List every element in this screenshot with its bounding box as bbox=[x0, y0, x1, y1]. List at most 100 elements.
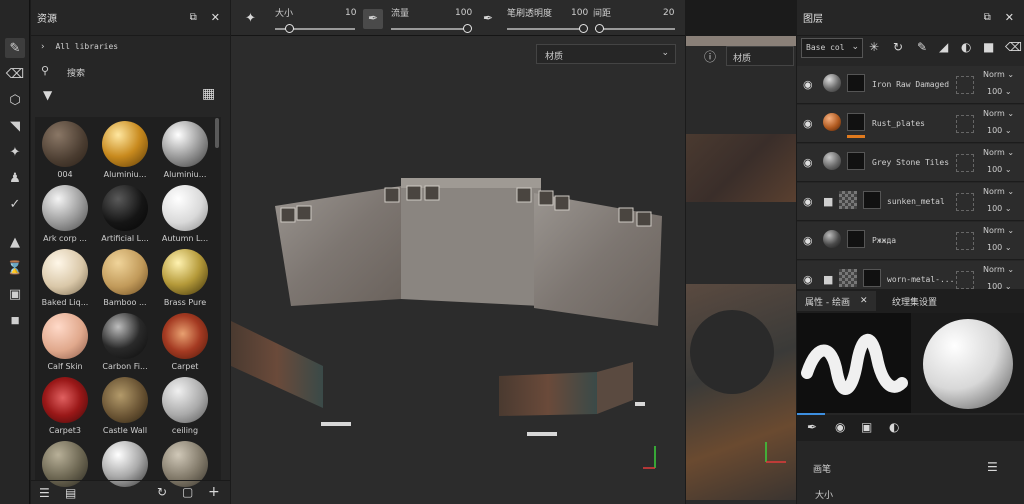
visibility-eye-icon[interactable]: ◉ bbox=[803, 234, 813, 247]
asset-thumbnail[interactable]: Bamboo ... bbox=[97, 249, 153, 307]
mask-slot[interactable] bbox=[956, 154, 974, 172]
folder-icon[interactable]: ■ bbox=[823, 195, 833, 208]
asset-thumbnail[interactable]: Ark corp ... bbox=[37, 185, 93, 243]
import-icon[interactable]: ▤ bbox=[65, 486, 76, 500]
paint-brush-tool-icon[interactable]: ✎ bbox=[5, 38, 25, 58]
asset-thumbnail[interactable]: 004 bbox=[37, 121, 93, 179]
bake-tool-icon[interactable]: ▲ bbox=[5, 232, 25, 252]
channel-dropdown[interactable]: Base col ⌄ bbox=[801, 38, 863, 58]
undock-icon[interactable]: ⧉ bbox=[190, 12, 197, 23]
blend-mode-dropdown[interactable]: Norm ⌄ bbox=[983, 148, 1014, 157]
clone-tool-icon[interactable]: ♟ bbox=[5, 168, 25, 188]
asset-thumbnail[interactable]: Brass Pure bbox=[157, 249, 213, 307]
grid-view-icon[interactable]: ▦ bbox=[202, 86, 215, 102]
layer-opacity[interactable]: 100 ⌄ bbox=[987, 126, 1012, 135]
visibility-eye-icon[interactable]: ◉ bbox=[803, 195, 813, 208]
smudge-tool-icon[interactable]: ✦ bbox=[5, 142, 25, 162]
spacing-slider-knob[interactable] bbox=[595, 24, 604, 33]
asset-thumbnail[interactable]: Aluminiu... bbox=[157, 121, 213, 179]
blend-mode-dropdown[interactable]: Norm ⌄ bbox=[983, 187, 1014, 196]
tab-texture-set-settings[interactable]: 纹理集设置 bbox=[884, 291, 945, 311]
blend-mode-dropdown[interactable]: Norm ⌄ bbox=[983, 226, 1014, 235]
delete-icon[interactable]: ⌫ bbox=[1005, 40, 1022, 54]
uv-material-dropdown[interactable]: 材质 bbox=[726, 46, 794, 66]
size-slider-knob[interactable] bbox=[285, 24, 295, 33]
visibility-eye-icon[interactable]: ◉ bbox=[803, 156, 813, 169]
close-icon[interactable]: ✕ bbox=[860, 296, 868, 306]
close-icon[interactable]: ✕ bbox=[211, 11, 220, 24]
pen-pressure-icon[interactable]: ✒ bbox=[483, 11, 493, 25]
add-fill-layer-icon[interactable]: ◢ bbox=[939, 40, 948, 54]
mask-slot[interactable] bbox=[956, 271, 974, 289]
folder-icon[interactable]: ▢ bbox=[182, 485, 193, 499]
add-paint-layer-icon[interactable]: ✎ bbox=[917, 40, 927, 54]
layer-row[interactable]: ◉ Grey Stone Tiles Norm ⌄ 100 ⌄ bbox=[797, 144, 1024, 182]
search-input[interactable]: ⚲ 搜索 bbox=[41, 64, 221, 80]
close-icon[interactable]: ✕ bbox=[1005, 11, 1014, 24]
add-icon[interactable]: + bbox=[208, 484, 220, 500]
blend-mode-dropdown[interactable]: Norm ⌄ bbox=[983, 265, 1014, 274]
layer-opacity[interactable]: 100 ⌄ bbox=[987, 243, 1012, 252]
render-tool-icon[interactable]: ⌛ bbox=[5, 258, 25, 278]
layer-row[interactable]: ◉ Ржжда Norm ⌄ 100 ⌄ bbox=[797, 222, 1024, 260]
visibility-eye-icon[interactable]: ◉ bbox=[803, 78, 813, 91]
mask-slot[interactable] bbox=[956, 115, 974, 133]
asset-thumbnail[interactable]: ceiling bbox=[157, 377, 213, 435]
flow-toggle-button[interactable]: ✒ bbox=[363, 9, 383, 29]
mask-slot[interactable] bbox=[956, 232, 974, 250]
alpha-section-icon[interactable]: ◉ bbox=[835, 420, 845, 434]
material-section-icon[interactable]: ◐ bbox=[889, 420, 899, 434]
list-settings-icon[interactable]: ☰ bbox=[39, 486, 50, 500]
blend-mode-dropdown[interactable]: Norm ⌄ bbox=[983, 109, 1014, 118]
asset-thumbnail[interactable]: Autumn L... bbox=[157, 185, 213, 243]
asset-thumbnail[interactable]: Carpet3 bbox=[37, 377, 93, 435]
stencil-section-icon[interactable]: ▣ bbox=[861, 420, 872, 434]
info-icon[interactable]: ⓘ bbox=[704, 48, 718, 64]
layer-row[interactable]: ◉ Rust_plates Norm ⌄ 100 ⌄ bbox=[797, 105, 1024, 143]
brush-shape-icon[interactable]: ✦ bbox=[245, 11, 256, 26]
opacity-slider-knob[interactable] bbox=[579, 24, 588, 33]
asset-thumbnail[interactable]: Castle Wall bbox=[97, 377, 153, 435]
asset-thumbnail[interactable]: Artificial L... bbox=[97, 185, 153, 243]
mask-slot[interactable] bbox=[956, 76, 974, 94]
layer-opacity[interactable]: 100 ⌄ bbox=[987, 165, 1012, 174]
asset-thumbnail[interactable]: Carpet bbox=[157, 313, 213, 371]
filter-icon[interactable]: ▼ bbox=[43, 88, 52, 102]
brush-preset-icon[interactable]: ☰ bbox=[987, 460, 998, 474]
mask-slot[interactable] bbox=[956, 193, 974, 211]
add-effect-icon[interactable]: ↻ bbox=[893, 40, 903, 54]
visibility-eye-icon[interactable]: ◉ bbox=[803, 273, 813, 286]
spacing-slider[interactable] bbox=[595, 28, 675, 30]
3d-viewport[interactable]: 材质 ⌄ bbox=[231, 36, 685, 504]
asset-thumbnail[interactable]: Carbon Fi... bbox=[97, 313, 153, 371]
add-mask-icon[interactable]: ◐ bbox=[961, 40, 971, 54]
projection-tool-icon[interactable]: ⬡ bbox=[5, 90, 25, 110]
undock-icon[interactable]: ⧉ bbox=[984, 12, 991, 23]
flow-slider-knob[interactable] bbox=[463, 24, 472, 33]
shader-settings-icon[interactable]: ◾ bbox=[5, 310, 25, 330]
flow-slider[interactable] bbox=[391, 28, 467, 30]
tab-properties-paint[interactable]: 属性 - 绘画 ✕ bbox=[797, 291, 876, 311]
layer-row[interactable]: ◉ ■ sunken_metal Norm ⌄ 100 ⌄ bbox=[797, 183, 1024, 221]
folder-icon[interactable]: ■ bbox=[823, 273, 833, 286]
display-settings-icon[interactable]: ▣ bbox=[5, 284, 25, 304]
eraser-tool-icon[interactable]: ⌫ bbox=[5, 64, 25, 84]
visibility-eye-icon[interactable]: ◉ bbox=[803, 117, 813, 130]
2d-texture-view[interactable]: ⓘ 材质 bbox=[686, 36, 796, 504]
add-folder-icon[interactable]: ■ bbox=[983, 40, 994, 54]
asset-thumbnail[interactable]: Aluminiu... bbox=[97, 121, 153, 179]
polygon-fill-tool-icon[interactable]: ◥ bbox=[5, 116, 25, 136]
layer-opacity[interactable]: 100 ⌄ bbox=[987, 87, 1012, 96]
blend-mode-dropdown[interactable]: Norm ⌄ bbox=[983, 70, 1014, 79]
opacity-slider[interactable] bbox=[507, 28, 583, 30]
brush-section-icon[interactable]: ✒ bbox=[807, 420, 817, 434]
library-selector[interactable]: › All libraries bbox=[41, 42, 118, 52]
layer-row[interactable]: ◉ Iron Raw Damaged Norm ⌄ 100 ⌄ bbox=[797, 66, 1024, 104]
asset-thumbnail[interactable]: Baked Liq... bbox=[37, 249, 93, 307]
magic-wand-icon[interactable]: ✳ bbox=[869, 40, 879, 54]
refresh-icon[interactable]: ↻ bbox=[157, 485, 167, 499]
color-picker-tool-icon[interactable]: ✓ bbox=[5, 194, 25, 214]
layer-opacity[interactable]: 100 ⌄ bbox=[987, 204, 1012, 213]
asset-thumbnail[interactable]: Calf Skin bbox=[37, 313, 93, 371]
asset-scrollbar[interactable] bbox=[215, 118, 219, 148]
